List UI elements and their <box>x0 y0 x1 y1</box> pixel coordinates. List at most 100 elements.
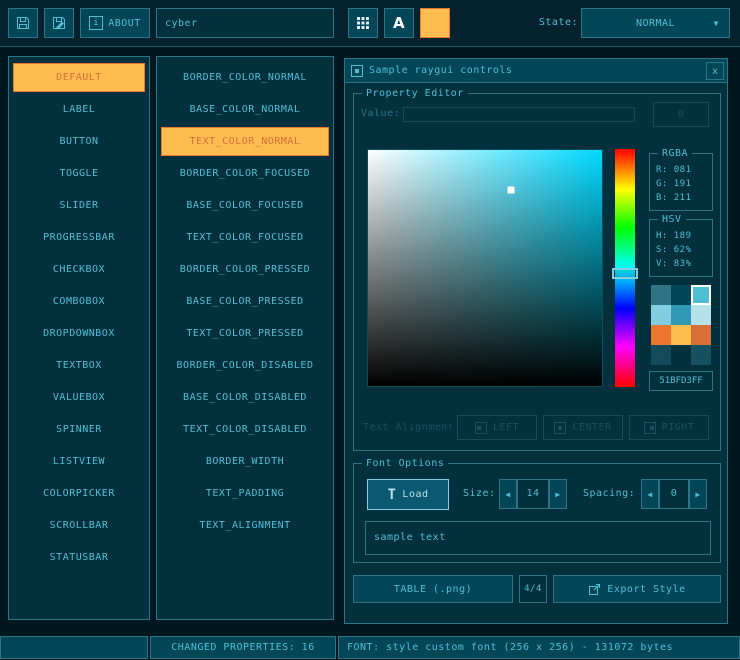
align-left-icon <box>475 422 487 434</box>
statusbar-changed-properties: CHANGED PROPERTIES: 16 <box>150 636 336 659</box>
save-style-button[interactable] <box>8 8 38 38</box>
align-center-button[interactable]: CENTER <box>543 415 623 440</box>
size-value-box[interactable]: 14 <box>517 479 549 509</box>
list-item-slider[interactable]: SLIDER <box>13 191 145 220</box>
style-color-swatch[interactable] <box>671 345 691 365</box>
list-item-button[interactable]: BUTTON <box>13 127 145 156</box>
style-color-swatch[interactable] <box>691 285 711 305</box>
spacing-decrease-button[interactable]: ◀ <box>641 479 659 509</box>
state-label: State: <box>528 8 578 38</box>
list-item-text_color_pressed[interactable]: TEXT_COLOR_PRESSED <box>161 319 329 348</box>
list-item-label[interactable]: LABEL <box>13 95 145 124</box>
align-left-label: LEFT <box>493 422 519 433</box>
size-increase-button[interactable]: ▶ <box>549 479 567 509</box>
state-dropdown[interactable]: NORMAL ▼ <box>581 8 730 38</box>
list-item-valuebox[interactable]: VALUEBOX <box>13 383 145 412</box>
style-color-swatch[interactable] <box>671 325 691 345</box>
list-item-progressbar[interactable]: PROGRESSBAR <box>13 223 145 252</box>
rgba-blue-value: B: 211 <box>656 191 712 205</box>
list-item-border_color_disabled[interactable]: BORDER_COLOR_DISABLED <box>161 351 329 380</box>
table-png-button[interactable]: TABLE (.png) <box>353 575 513 603</box>
rgba-group-label: RGBA <box>658 147 692 160</box>
hsv-hue-value: H: 189 <box>656 229 712 243</box>
chevron-down-icon: ▼ <box>714 19 719 28</box>
property-editor-group-label: Property Editor <box>362 87 468 100</box>
list-item-text_color_disabled[interactable]: TEXT_COLOR_DISABLED <box>161 415 329 444</box>
hue-slider[interactable] <box>615 149 635 387</box>
list-item-text_alignment[interactable]: TEXT_ALIGNMENT <box>161 511 329 540</box>
statusbar-font-info: FONT: style custom font (256 x 256) - 13… <box>338 636 740 659</box>
hsv-value-value: V: 83% <box>656 257 712 271</box>
color-panel[interactable] <box>367 149 603 387</box>
list-item-dropdownbox[interactable]: DROPDOWNBOX <box>13 319 145 348</box>
close-icon[interactable]: x <box>706 62 724 80</box>
list-item-border_width[interactable]: BORDER_WIDTH <box>161 447 329 476</box>
style-color-swatch[interactable] <box>691 305 711 325</box>
list-item-colorpicker[interactable]: COLORPICKER <box>13 479 145 508</box>
list-item-base_color_normal[interactable]: BASE_COLOR_NORMAL <box>161 95 329 124</box>
about-button[interactable]: i ABOUT <box>80 8 150 38</box>
size-decrease-button[interactable]: ◀ <box>499 479 517 509</box>
style-color-swatch[interactable] <box>651 325 671 345</box>
spacing-value-box[interactable]: 0 <box>659 479 689 509</box>
list-item-text_color_normal[interactable]: TEXT_COLOR_NORMAL <box>161 127 329 156</box>
style-color-sample-button[interactable] <box>420 8 450 38</box>
list-item-toggle[interactable]: TOGGLE <box>13 159 145 188</box>
save-as-icon <box>51 15 67 31</box>
list-item-default[interactable]: DEFAULT <box>13 63 145 92</box>
list-item-scrollbar[interactable]: SCROLLBAR <box>13 511 145 540</box>
list-item-textbox[interactable]: TEXTBOX <box>13 351 145 380</box>
list-item-combobox[interactable]: COMBOBOX <box>13 287 145 316</box>
list-item-border_color_normal[interactable]: BORDER_COLOR_NORMAL <box>161 63 329 92</box>
list-item-statusbar[interactable]: STATUSBAR <box>13 543 145 572</box>
list-item-spinner[interactable]: SPINNER <box>13 415 145 444</box>
value-slider[interactable] <box>403 107 635 122</box>
value-box[interactable]: 0 <box>653 102 709 127</box>
style-color-swatch[interactable] <box>671 305 691 325</box>
hex-color-input[interactable]: 51BFD3FF <box>649 371 713 391</box>
info-icon: i <box>89 16 103 30</box>
align-right-icon <box>644 422 656 434</box>
align-left-button[interactable]: LEFT <box>457 415 537 440</box>
text-alignment-label: Text Alignment: <box>363 420 451 436</box>
font-load-button[interactable]: T Load <box>367 479 449 510</box>
style-color-swatch[interactable] <box>651 305 671 325</box>
sample-text-input[interactable]: sample text <box>365 521 711 555</box>
list-item-border_color_focused[interactable]: BORDER_COLOR_FOCUSED <box>161 159 329 188</box>
window-icon <box>351 65 363 77</box>
spacing-label: Spacing: <box>583 486 635 502</box>
state-dropdown-value: NORMAL <box>636 18 675 29</box>
style-name-input[interactable] <box>156 8 334 38</box>
rgba-green-value: G: 191 <box>656 177 712 191</box>
style-color-swatch[interactable] <box>651 345 671 365</box>
hue-slider-cursor[interactable] <box>612 268 638 279</box>
sample-controls-window: Sample raygui controls x Property Editor… <box>344 58 728 624</box>
spacing-increase-button[interactable]: ▶ <box>689 479 707 509</box>
list-item-base_color_pressed[interactable]: BASE_COLOR_PRESSED <box>161 287 329 316</box>
list-item-text_padding[interactable]: TEXT_PADDING <box>161 479 329 508</box>
style-color-swatch[interactable] <box>651 285 671 305</box>
style-color-swatch[interactable] <box>691 325 711 345</box>
statusbar-left <box>0 636 148 659</box>
align-right-label: RIGHT <box>662 422 695 433</box>
list-item-border_color_pressed[interactable]: BORDER_COLOR_PRESSED <box>161 255 329 284</box>
list-item-text_color_focused[interactable]: TEXT_COLOR_FOCUSED <box>161 223 329 252</box>
list-item-base_color_focused[interactable]: BASE_COLOR_FOCUSED <box>161 191 329 220</box>
save-style-as-button[interactable] <box>44 8 74 38</box>
align-center-icon <box>554 422 566 434</box>
list-item-checkbox[interactable]: CHECKBOX <box>13 255 145 284</box>
controls-list: DEFAULT LABEL BUTTON TOGGLE SLIDER PROGRESSBA… <box>8 56 150 620</box>
save-icon <box>15 15 31 31</box>
list-item-listview[interactable]: LISTVIEW <box>13 447 145 476</box>
grid-mode-button[interactable] <box>348 8 378 38</box>
list-item-base_color_disabled[interactable]: BASE_COLOR_DISABLED <box>161 383 329 412</box>
table-pages-box[interactable]: 4/4 <box>519 575 547 603</box>
grid-icon <box>356 16 370 30</box>
color-picker-marker[interactable] <box>507 187 514 194</box>
style-color-swatch[interactable] <box>671 285 691 305</box>
align-right-button[interactable]: RIGHT <box>629 415 709 440</box>
about-button-label: ABOUT <box>108 18 141 29</box>
export-style-button[interactable]: Export Style <box>553 575 721 603</box>
style-color-swatch[interactable] <box>691 345 711 365</box>
font-sample-button[interactable]: A <box>384 8 414 38</box>
